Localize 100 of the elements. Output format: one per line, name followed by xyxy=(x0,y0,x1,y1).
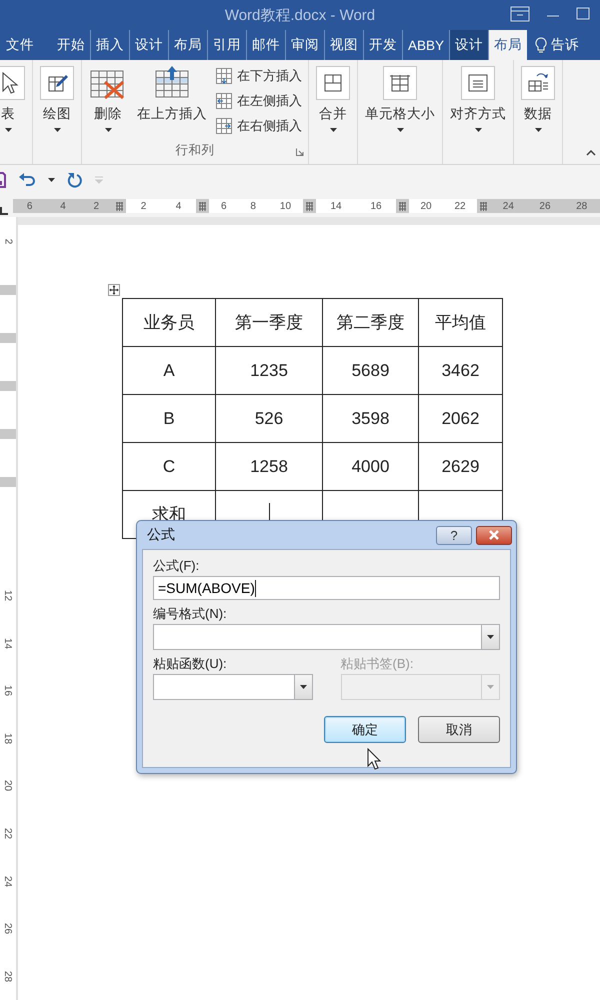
ruler-number: 2 xyxy=(94,200,100,212)
formula-field[interactable]: =SUM(ABOVE) xyxy=(153,576,500,600)
ruler-number: 18 xyxy=(2,732,14,744)
table-insert-icon xyxy=(154,66,190,100)
align-icon xyxy=(461,66,495,100)
ribbon-button[interactable]: 在下方插入 xyxy=(214,66,304,86)
merge-cells-icon xyxy=(316,66,350,100)
ribbon-button[interactable]: 在右侧插入 xyxy=(214,116,304,136)
ribbon-tab[interactable]: 文件 xyxy=(0,30,39,60)
ribbon-button[interactable]: 在上方插入 xyxy=(134,64,210,142)
ruler-number: 2 xyxy=(140,200,146,212)
column-marker-icon[interactable] xyxy=(398,202,407,210)
ruler-number: 14 xyxy=(330,200,342,212)
ruler-marker[interactable] xyxy=(0,285,16,295)
group-label: 行和列 xyxy=(176,143,214,157)
close-button[interactable] xyxy=(476,526,512,544)
table-cell: 1235 xyxy=(216,346,322,394)
column-marker-icon[interactable] xyxy=(479,202,488,210)
window-title: Word教程.docx - Word xyxy=(224,6,376,24)
table-cell: 526 xyxy=(216,394,322,442)
field-label: 公式(F): xyxy=(153,557,200,575)
ribbon-tab[interactable]: 设计 xyxy=(450,30,490,60)
caret-icon xyxy=(487,685,494,689)
insert-row-icon xyxy=(216,68,232,84)
table-cell: 5689 xyxy=(322,346,418,394)
maximize-icon[interactable] xyxy=(576,6,590,22)
ribbon-button[interactable]: 合并 xyxy=(313,64,353,142)
ruler-number: 28 xyxy=(2,970,14,982)
header-cell: 业务员 xyxy=(122,298,216,346)
ruler-number: 24 xyxy=(502,200,514,212)
ruler-number: 26 xyxy=(2,923,14,934)
ruler-number: 26 xyxy=(539,200,551,212)
table-cell: 4000 xyxy=(322,442,418,490)
header-cell: 第二季度 xyxy=(322,298,418,346)
ribbon-tab[interactable]: 布局 xyxy=(489,30,528,60)
ruler-number: 6 xyxy=(220,200,227,212)
column-marker-icon[interactable] xyxy=(198,202,207,210)
help-button[interactable]: ? xyxy=(436,526,472,544)
ribbon-button[interactable]: 删除 xyxy=(86,64,130,142)
redo-icon[interactable] xyxy=(67,172,83,188)
ruler-number: 14 xyxy=(2,638,14,649)
collapse-ribbon-icon[interactable] xyxy=(586,150,596,156)
table-cell: 2062 xyxy=(418,394,502,442)
insert-column-icon xyxy=(216,93,232,109)
ribbon-button[interactable]: 表 xyxy=(0,64,28,142)
ribbon-button[interactable]: 在左侧插入 xyxy=(214,91,304,111)
insert-column-icon xyxy=(216,118,232,134)
column-marker-icon[interactable] xyxy=(115,202,124,210)
ribbon-button[interactable]: 绘图 xyxy=(37,64,77,142)
dialog-button[interactable]: 确定 xyxy=(324,716,406,743)
caret-icon xyxy=(300,685,306,689)
ruler-number: 28 xyxy=(576,200,588,212)
cell-size-icon xyxy=(383,66,417,100)
data-icon xyxy=(521,66,555,100)
caret-icon xyxy=(48,178,55,182)
lightbulb-icon[interactable] xyxy=(535,36,548,54)
ruler-number: 16 xyxy=(370,200,382,212)
mouse-pointer-icon xyxy=(367,748,381,770)
ruler-number: 2 xyxy=(2,238,14,244)
ruler-number: 16 xyxy=(2,685,14,696)
ruler-marker[interactable] xyxy=(0,477,16,487)
field-label: 编号格式(N): xyxy=(153,605,228,623)
tab-stop-icon[interactable] xyxy=(0,207,8,215)
pencil-table-icon xyxy=(40,66,74,100)
table-cell: A xyxy=(122,346,216,394)
table-cell: 3462 xyxy=(418,346,502,394)
dropdown-field[interactable] xyxy=(153,674,312,700)
ruler-number: 10 xyxy=(280,200,292,212)
undo-icon[interactable] xyxy=(18,172,36,188)
ruler-number: 4 xyxy=(60,200,66,212)
header-cell: 第一季度 xyxy=(216,298,322,346)
ruler-number: 4 xyxy=(176,200,182,212)
header-cell: 平均值 xyxy=(418,298,502,346)
table-cell: C xyxy=(122,442,216,490)
table-cell: 1258 xyxy=(216,442,322,490)
field-label: 粘贴书签(B): xyxy=(340,655,414,673)
ribbon-display-icon[interactable] xyxy=(510,6,530,22)
dialog-button[interactable]: 取消 xyxy=(418,716,500,743)
close-icon xyxy=(488,530,500,540)
table-cell: 2629 xyxy=(418,442,502,490)
ruler-number: 8 xyxy=(250,200,256,212)
number-format-dropdown[interactable] xyxy=(153,624,500,650)
ruler-number: 12 xyxy=(2,590,14,602)
ribbon-button[interactable]: 对齐方式 xyxy=(447,64,509,142)
table-cell: 3598 xyxy=(322,394,418,442)
tell-me-text[interactable]: 告诉 xyxy=(551,36,580,54)
dialog-launcher-icon[interactable] xyxy=(296,148,304,156)
ruler-number: 20 xyxy=(420,200,432,212)
ribbon-button[interactable]: 单元格大小 xyxy=(362,64,438,142)
ruler-number: 22 xyxy=(2,828,14,840)
column-marker-icon[interactable] xyxy=(305,202,314,210)
table-cell: B xyxy=(122,394,216,442)
ruler-number: 22 xyxy=(454,200,466,212)
ruler-number: 24 xyxy=(2,876,14,887)
move-handle-icon[interactable] xyxy=(108,284,120,296)
ruler-marker[interactable] xyxy=(0,381,16,391)
caret-icon xyxy=(487,635,494,639)
ribbon-button[interactable]: 数据 xyxy=(518,64,558,142)
ruler-marker[interactable] xyxy=(0,333,16,343)
ruler-marker[interactable] xyxy=(0,429,16,439)
